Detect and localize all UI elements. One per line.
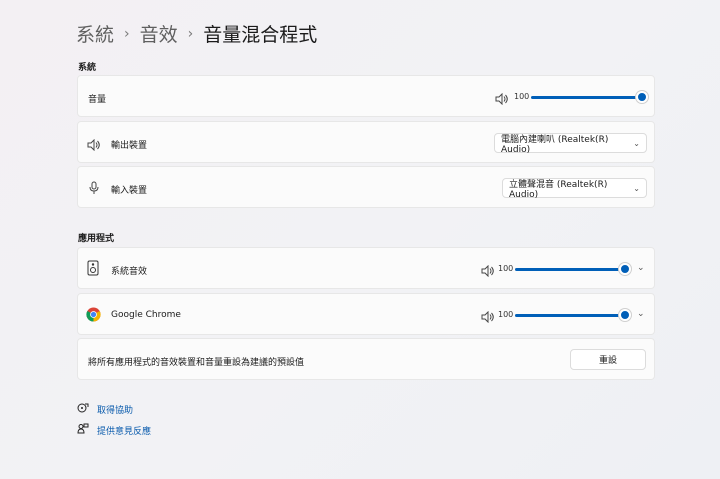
reset-card: 將所有應用程式的音效裝置和音量重設為建議的預設值 重設: [77, 338, 655, 380]
speaker-icon[interactable]: [495, 90, 509, 109]
feedback-link-label[interactable]: 提供意見反應: [97, 424, 151, 437]
input-device-label: 輸入裝置: [111, 186, 148, 196]
input-device-dropdown[interactable]: 立體聲混音 (Realtek(R) Audio) ⌄: [502, 178, 647, 200]
help-link[interactable]: 取得協助: [77, 402, 133, 417]
chevron-down-icon[interactable]: ⌄: [637, 263, 645, 273]
breadcrumb-system[interactable]: 系統: [76, 20, 114, 47]
volume-value: 100: [514, 92, 530, 101]
output-device-label: 輸出裝置: [111, 141, 148, 151]
app-volume-value: 100: [498, 264, 514, 273]
app-volume-slider-thumb[interactable]: [619, 309, 631, 321]
output-device-dropdown[interactable]: 電腦內建喇叭 (Realtek(R) Audio) ⌄: [494, 133, 647, 155]
breadcrumb-separator: ›: [187, 25, 194, 42]
reset-description: 將所有應用程式的音效裝置和音量重設為建議的預設值: [88, 358, 305, 368]
speaker-box-icon: [87, 260, 99, 280]
app-row-system-sounds[interactable]: 系統音效 100 ⌄: [77, 247, 655, 289]
breadcrumb-separator: ›: [124, 25, 130, 42]
breadcrumb-sound[interactable]: 音效: [140, 20, 178, 47]
volume-label: 音量: [88, 95, 107, 105]
app-volume-value: 100: [498, 310, 514, 319]
app-row-google-chrome[interactable]: Google Chrome 100 ⌄: [77, 293, 655, 335]
output-device-card[interactable]: 輸出裝置 電腦內建喇叭 (Realtek(R) Audio) ⌄: [77, 121, 655, 163]
breadcrumb: 系統 › 音效 › 音量混合程式: [76, 20, 317, 47]
chrome-icon: [86, 307, 101, 326]
app-label: 系統音效: [111, 267, 148, 277]
help-icon: [77, 402, 89, 417]
page-title: 音量混合程式: [203, 24, 318, 46]
input-device-selected: 立體聲混音 (Realtek(R) Audio): [509, 179, 608, 200]
input-device-card[interactable]: 輸入裝置 立體聲混音 (Realtek(R) Audio) ⌄: [77, 166, 655, 208]
system-volume-card: 音量 100: [77, 75, 655, 117]
output-device-selected: 電腦內建喇叭 (Realtek(R) Audio): [501, 134, 609, 155]
speaker-icon[interactable]: [481, 262, 495, 281]
section-title-system: 系統: [78, 63, 97, 73]
speaker-icon: [87, 136, 101, 155]
app-volume-slider[interactable]: [515, 268, 621, 271]
app-volume-slider-thumb[interactable]: [619, 263, 631, 275]
chevron-down-icon: ⌄: [633, 183, 640, 193]
feedback-link[interactable]: 提供意見反應: [77, 423, 151, 438]
volume-slider-thumb[interactable]: [636, 91, 648, 103]
app-label: Google Chrome: [111, 310, 181, 320]
feedback-icon: [77, 423, 89, 438]
speaker-icon[interactable]: [481, 308, 495, 327]
reset-button[interactable]: 重設: [570, 349, 646, 370]
chevron-down-icon[interactable]: ⌄: [637, 309, 645, 319]
microphone-icon: [89, 180, 99, 199]
help-link-label[interactable]: 取得協助: [97, 403, 133, 416]
volume-slider[interactable]: [531, 96, 639, 99]
section-title-apps: 應用程式: [78, 234, 115, 244]
app-volume-slider[interactable]: [515, 314, 621, 317]
chevron-down-icon: ⌄: [633, 138, 640, 148]
